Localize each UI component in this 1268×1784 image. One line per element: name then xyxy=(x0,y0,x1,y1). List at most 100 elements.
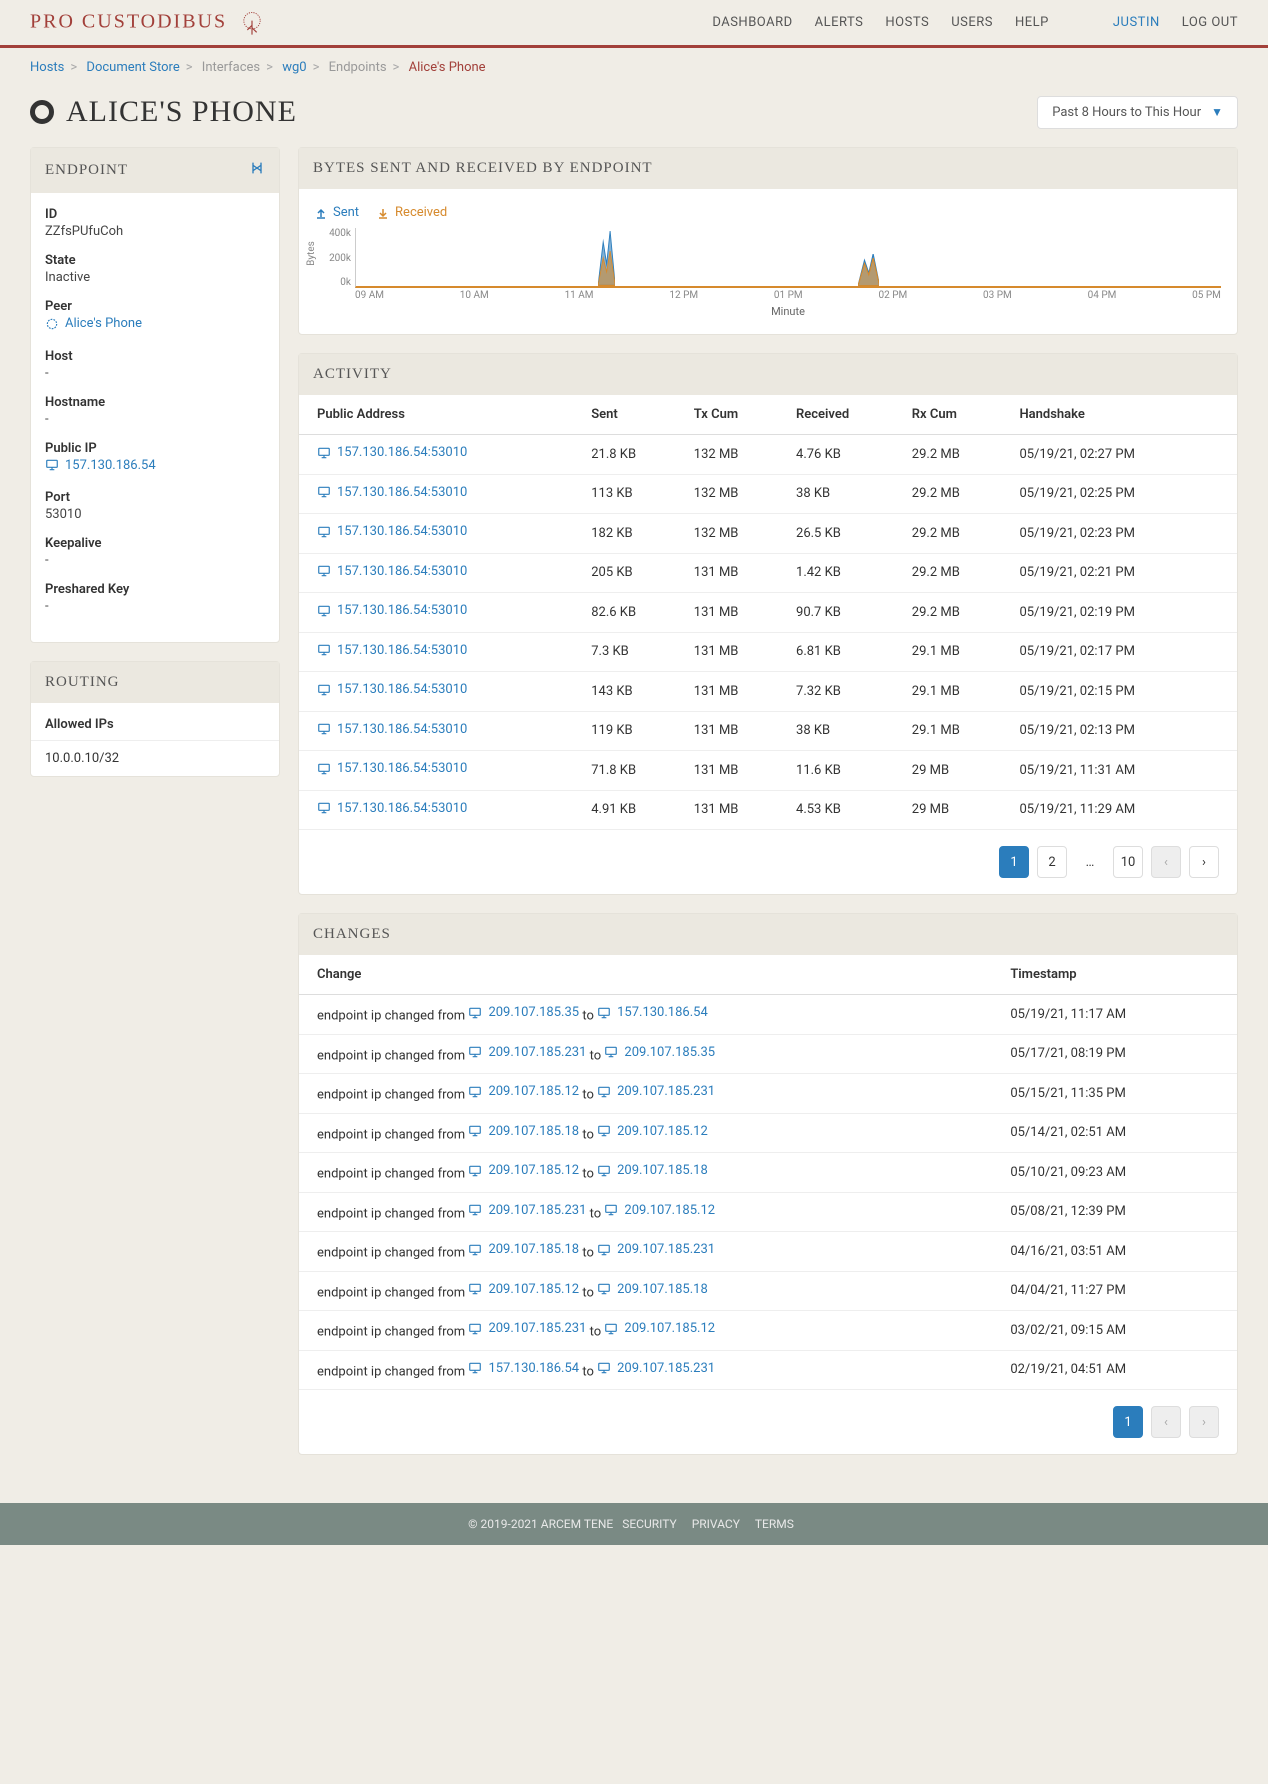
change-from-ip[interactable]: 209.107.185.231 xyxy=(468,1321,586,1336)
chart-panel: BYTES SENT AND RECEIVED BY ENDPOINT Sent… xyxy=(298,147,1238,335)
change-from-ip[interactable]: 209.107.185.12 xyxy=(468,1163,579,1178)
change-from-ip[interactable]: 209.107.185.18 xyxy=(468,1124,579,1139)
nav-alerts[interactable]: ALERTS xyxy=(815,15,864,30)
change-to-ip[interactable]: 209.107.185.18 xyxy=(597,1163,708,1178)
crumb-hosts[interactable]: Hosts xyxy=(30,60,64,75)
field-value-id: ZZfsPUfuCoh xyxy=(45,224,123,239)
tree-icon xyxy=(238,9,266,37)
activity-address-link[interactable]: 157.130.186.54:53010 xyxy=(317,761,467,776)
change-to-ip[interactable]: 209.107.185.35 xyxy=(604,1045,715,1060)
field-label-public_ip: Public IP xyxy=(45,441,265,456)
change-row: endpoint ip changed from 209.107.185.35 … xyxy=(299,995,1237,1035)
activity-col: Tx Cum xyxy=(684,395,786,435)
time-range-select[interactable]: Past 8 Hours to This Hour ▼ xyxy=(1037,96,1238,129)
change-to-ip[interactable]: 209.107.185.231 xyxy=(597,1242,715,1257)
activity-address-link[interactable]: 157.130.186.54:53010 xyxy=(317,643,467,658)
activity-row: 157.130.186.54:53010 82.6 KB131 MB 90.7 … xyxy=(299,593,1237,633)
change-to-ip[interactable]: 209.107.185.12 xyxy=(604,1203,715,1218)
field-label-host: Host xyxy=(45,349,265,364)
change-to-ip[interactable]: 209.107.185.231 xyxy=(597,1084,715,1099)
nav-hosts[interactable]: HOSTS xyxy=(885,15,929,30)
activity-address-link[interactable]: 157.130.186.54:53010 xyxy=(317,564,467,579)
page-1[interactable]: 1 xyxy=(1113,1406,1143,1438)
activity-col: Public Address xyxy=(299,395,581,435)
peer-link[interactable]: Alice's Phone xyxy=(45,316,142,331)
edit-endpoint-icon[interactable] xyxy=(249,160,265,181)
legend-received[interactable]: Received xyxy=(377,205,447,220)
main-nav: DASHBOARD ALERTS HOSTS USERS HELP JUSTIN… xyxy=(712,15,1238,30)
change-from-ip[interactable]: 209.107.185.18 xyxy=(468,1242,579,1257)
field-label-psk: Preshared Key xyxy=(45,582,265,597)
footer-privacy[interactable]: PRIVACY xyxy=(692,1517,740,1531)
activity-row: 157.130.186.54:53010 71.8 KB131 MB 11.6 … xyxy=(299,751,1237,791)
nav-current-user[interactable]: JUSTIN xyxy=(1113,15,1160,30)
brand-logo[interactable]: PRO CUSTODIBUS xyxy=(30,9,266,37)
activity-address-link[interactable]: 157.130.186.54:53010 xyxy=(317,722,467,737)
crumb-current: Alice's Phone xyxy=(409,60,486,75)
nav-users[interactable]: USERS xyxy=(951,15,993,30)
allowed-ips-label: Allowed IPs xyxy=(45,717,265,732)
field-value-port: 53010 xyxy=(45,507,82,522)
change-row: endpoint ip changed from 209.107.185.12 … xyxy=(299,1271,1237,1311)
crumb-document-store[interactable]: Document Store xyxy=(86,60,179,75)
page-title: ALICE'S PHONE xyxy=(30,95,297,129)
activity-row: 157.130.186.54:53010 119 KB131 MB 38 KB2… xyxy=(299,711,1237,751)
footer-terms[interactable]: TERMS xyxy=(755,1517,794,1531)
activity-address-link[interactable]: 157.130.186.54:53010 xyxy=(317,485,467,500)
nav-help[interactable]: HELP xyxy=(1015,15,1049,30)
page-1[interactable]: 1 xyxy=(999,846,1029,878)
change-to-ip[interactable]: 209.107.185.18 xyxy=(597,1282,708,1297)
legend-sent[interactable]: Sent xyxy=(315,205,359,220)
changes-pager: 1‹› xyxy=(299,1390,1237,1454)
activity-address-link[interactable]: 157.130.186.54:53010 xyxy=(317,801,467,816)
change-to-ip[interactable]: 209.107.185.231 xyxy=(597,1361,715,1376)
activity-table: Public AddressSentTx CumReceivedRx CumHa… xyxy=(299,395,1237,830)
next-page[interactable]: › xyxy=(1189,846,1219,878)
changes-table: ChangeTimestamp endpoint ip changed from… xyxy=(299,955,1237,1390)
change-from-ip[interactable]: 209.107.185.231 xyxy=(468,1203,586,1218)
footer-security[interactable]: SECURITY xyxy=(622,1517,677,1531)
change-to-ip[interactable]: 209.107.185.12 xyxy=(604,1321,715,1336)
activity-row: 157.130.186.54:53010 7.3 KB131 MB 6.81 K… xyxy=(299,632,1237,672)
page-2[interactable]: 2 xyxy=(1037,846,1067,878)
activity-col: Received xyxy=(786,395,902,435)
activity-panel: ACTIVITY Public AddressSentTx CumReceive… xyxy=(298,353,1238,895)
activity-address-link[interactable]: 157.130.186.54:53010 xyxy=(317,682,467,697)
change-row: endpoint ip changed from 157.130.186.54 … xyxy=(299,1350,1237,1390)
page-10[interactable]: 10 xyxy=(1113,846,1143,878)
download-icon xyxy=(377,207,389,219)
change-to-ip[interactable]: 157.130.186.54 xyxy=(597,1005,708,1020)
change-from-ip[interactable]: 209.107.185.12 xyxy=(468,1084,579,1099)
crumb-interfaces: Interfaces xyxy=(202,60,260,75)
routing-panel-title: ROUTING xyxy=(45,674,120,691)
field-value-host: - xyxy=(45,366,49,381)
activity-address-link[interactable]: 157.130.186.54:53010 xyxy=(317,445,467,460)
change-row: endpoint ip changed from 209.107.185.18 … xyxy=(299,1232,1237,1272)
bytes-chart: Bytes 400k200k0k 09 AM10 AM11 AM12 PM01 … xyxy=(355,228,1221,318)
public-ip-link[interactable]: 157.130.186.54 xyxy=(45,458,156,473)
nav-dashboard[interactable]: DASHBOARD xyxy=(712,15,792,30)
activity-address-link[interactable]: 157.130.186.54:53010 xyxy=(317,603,467,618)
field-value-hostname: - xyxy=(45,412,49,427)
field-value-keepalive: - xyxy=(45,553,49,568)
prev-page: ‹ xyxy=(1151,1406,1181,1438)
crumb-wg0[interactable]: wg0 xyxy=(282,60,306,75)
field-label-port: Port xyxy=(45,490,265,505)
activity-address-link[interactable]: 157.130.186.54:53010 xyxy=(317,524,467,539)
field-label-state: State xyxy=(45,253,265,268)
change-row: endpoint ip changed from 209.107.185.231… xyxy=(299,1034,1237,1074)
endpoint-status-icon xyxy=(30,100,54,124)
footer: © 2019-2021 ARCEM TENE SECURITY PRIVACY … xyxy=(0,1503,1268,1545)
routing-panel: ROUTING Allowed IPs 10.0.0.10/32 xyxy=(30,661,280,777)
field-value-psk: - xyxy=(45,599,49,614)
activity-row: 157.130.186.54:53010 205 KB131 MB 1.42 K… xyxy=(299,553,1237,593)
endpoint-panel: ENDPOINT IDZZfsPUfuCohStateInactivePeerA… xyxy=(30,147,280,643)
change-from-ip[interactable]: 209.107.185.231 xyxy=(468,1045,586,1060)
change-to-ip[interactable]: 209.107.185.12 xyxy=(597,1124,708,1139)
change-from-ip[interactable]: 157.130.186.54 xyxy=(468,1361,579,1376)
change-row: endpoint ip changed from 209.107.185.12 … xyxy=(299,1074,1237,1114)
nav-logout[interactable]: LOG OUT xyxy=(1182,15,1238,30)
change-from-ip[interactable]: 209.107.185.35 xyxy=(468,1005,579,1020)
upload-icon xyxy=(315,207,327,219)
change-from-ip[interactable]: 209.107.185.12 xyxy=(468,1282,579,1297)
